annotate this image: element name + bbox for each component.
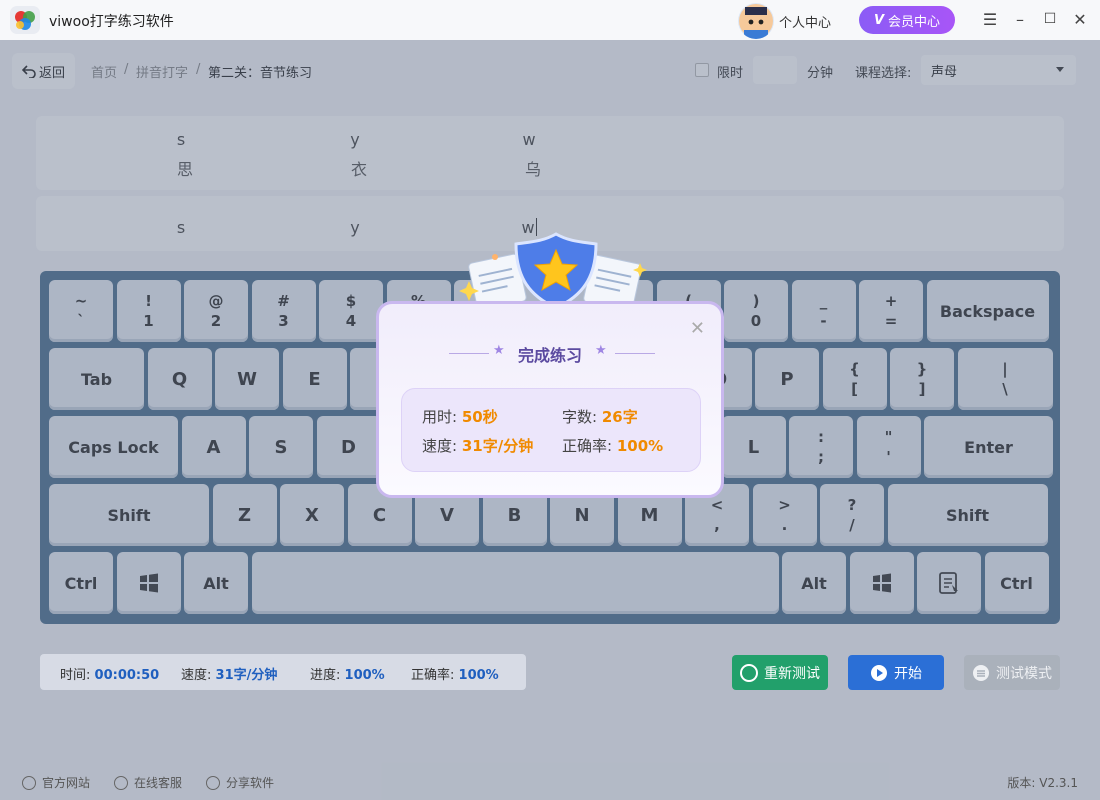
online-support-label: 在线客服 [134,776,183,790]
menu-icon[interactable]: ☰ [979,8,1001,30]
stat-time-value: 00:00:50 [94,668,160,683]
share-icon [206,775,220,790]
close-icon[interactable]: ✕ [1069,8,1091,30]
title-bar: viwoo打字练习软件 个人中心 V 会员中心 ☰ – ☐ ✕ [0,0,1100,40]
stat-accuracy: 正确率: 100% [411,668,499,683]
result-accuracy-value: 100% [616,437,664,455]
result-speed-value: 31字/分钟 [461,437,534,455]
star-icon: ★ [595,343,607,358]
retest-button[interactable]: 重新测试 [732,655,828,690]
result-time-value: 50秒 [461,408,498,426]
minimize-icon[interactable]: – [1009,8,1031,30]
profile-center-link[interactable]: 个人中心 [779,12,831,31]
official-site-link[interactable]: 官方网站 [22,774,90,791]
avatar[interactable] [738,3,774,39]
dialog-title: 完成练习 [517,346,582,365]
play-icon [871,664,887,681]
retest-label: 重新测试 [764,665,820,682]
result-summary: 用时: 50秒 字数: 26字 速度: 31字/分钟 正确率: 100% [401,388,701,472]
official-site-label: 官方网站 [42,776,91,790]
stat-progress: 进度: 100% [310,668,385,683]
vip-center-button[interactable]: V 会员中心 [859,6,955,34]
start-label: 开始 [894,665,922,682]
trophy-shield-icon [459,232,647,310]
footer: 官方网站 在线客服 分享软件 版本: V2.3.1 [0,768,1100,794]
test-mode-button[interactable]: 测试模式 [964,655,1060,690]
stat-progress-value: 100% [344,668,385,683]
globe-icon [22,775,36,790]
start-button[interactable]: 开始 [848,655,944,690]
maximize-icon[interactable]: ☐ [1039,8,1061,30]
stat-time: 时间: 00:00:50 [60,668,160,683]
app-title: viwoo打字练习软件 [49,14,174,30]
result-time: 用时: 50秒 [422,408,498,426]
completion-dialog: ✕ ★ 完成练习 ★ 用时: 50秒 字数: 26字 速度: 31字/分钟 正确… [376,301,724,498]
stat-speed: 速度: 31字/分钟 [181,668,278,683]
result-speed: 速度: 31字/分钟 [422,437,534,455]
app-logo-icon [10,6,40,34]
headset-icon [114,775,128,790]
version-info: 版本: V2.3.1 [1007,776,1078,790]
stat-accuracy-value: 100% [458,668,499,683]
stats-bar: 时间: 00:00:50 速度: 31字/分钟 进度: 100% 正确率: 10… [40,654,526,690]
online-support-link[interactable]: 在线客服 [114,774,182,791]
result-accuracy: 正确率: 100% [562,437,664,455]
vip-label: 会员中心 [888,14,941,30]
result-chars: 字数: 26字 [562,408,638,426]
share-link[interactable]: 分享软件 [206,774,274,791]
refresh-icon [740,663,758,682]
vip-icon: V [873,12,885,28]
test-mode-label: 测试模式 [996,665,1052,682]
stat-speed-value: 31字/分钟 [215,668,278,683]
list-icon [973,664,989,681]
title-divider [615,353,655,354]
dialog-close-icon[interactable]: ✕ [690,318,705,339]
share-label: 分享软件 [226,776,275,790]
avatar-icon [739,4,773,39]
result-chars-value: 26字 [601,408,638,426]
